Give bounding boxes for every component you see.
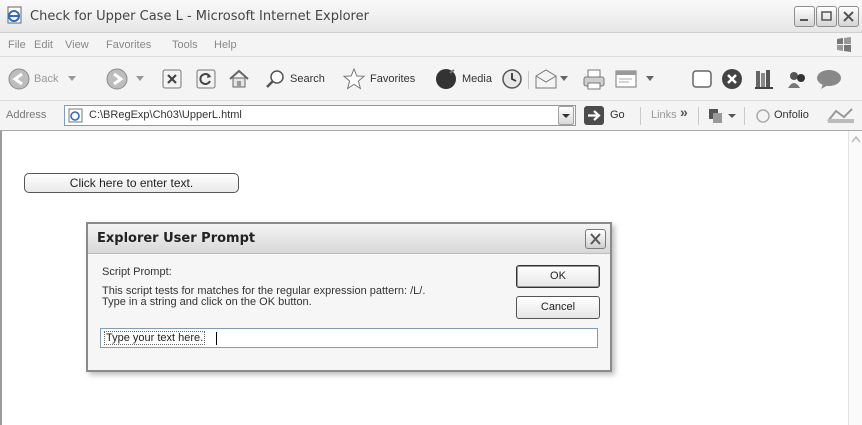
windows-logo-icon [837,37,851,52]
links-chevron-icon[interactable]: » [680,104,688,120]
address-dropdown-button[interactable] [558,106,574,125]
prompt-input-value: Type your text here. [104,331,206,345]
edit-page-icon [615,70,637,88]
onfolio-collect-icon[interactable] [826,107,856,125]
forward-dropdown-icon [136,76,144,81]
close-window-button[interactable] [838,6,859,27]
mail-dropdown-icon [560,76,568,81]
address-separator [698,107,699,125]
dialog-close-button[interactable] [585,229,606,249]
messenger-icon [788,72,805,88]
close-icon [843,11,854,22]
back-arrow-icon [8,68,30,90]
menu-bar: File Edit View Favorites Tools Help [0,33,862,57]
menu-view[interactable]: View [65,39,89,51]
address-url: C:\BRegExp\Ch03\UpperL.html [89,109,242,121]
home-button[interactable] [226,57,254,101]
media-button[interactable]: Media [432,57,500,101]
back-dropdown-icon [68,76,76,81]
address-bar: Address C:\BRegExp\Ch03\UpperL.html Go L… [0,101,862,131]
media-icon [436,69,456,89]
menu-favorites[interactable]: Favorites [106,39,151,51]
forward-button[interactable] [104,57,152,101]
maximize-button[interactable] [816,6,837,27]
text-caret [216,332,217,345]
links-label[interactable]: Links [651,109,677,121]
discuss-icon [692,70,712,88]
address-separator [640,107,641,125]
mail-icon [535,69,557,89]
toolbar-separator [528,71,529,89]
refresh-icon [196,69,216,89]
back-button[interactable]: Back [4,57,84,101]
onfolio-label[interactable]: Onfolio [774,109,809,121]
edit-dropdown-icon [646,76,654,81]
prompt-text-input[interactable]: Type your text here. [100,328,598,348]
title-bar: Check for Upper Case L - Microsoft Inter… [0,0,862,33]
menu-help[interactable]: Help [214,39,237,51]
dialog-title-bar: Explorer User Prompt [88,224,610,254]
ok-button[interactable]: OK [516,265,600,288]
refresh-button[interactable] [194,57,220,101]
edit-button[interactable] [612,57,668,101]
onfolio-icon [756,109,770,123]
go-button[interactable] [584,106,604,125]
chat-bubble-icon [817,70,841,89]
script-prompt-caption: Script Prompt: [102,266,172,278]
search-button[interactable]: Search [262,57,336,101]
close-icon [590,233,601,245]
menu-tools[interactable]: Tools [172,39,198,51]
address-label: Address [6,109,47,121]
minimize-icon [800,19,808,21]
menu-edit[interactable]: Edit [34,39,53,51]
favorites-star-icon [342,67,366,90]
print-icon [583,69,605,90]
media-label: Media [462,73,492,85]
history-clock-icon [502,69,522,89]
favorites-label: Favorites [370,73,416,85]
print-button[interactable] [580,57,608,101]
enter-text-button[interactable]: Click here to enter text. [24,173,239,193]
menu-file[interactable]: File [8,39,26,51]
search-icon [266,70,284,88]
research-books-icon [755,70,773,89]
favorites-button[interactable]: Favorites [340,57,426,101]
page-icon [68,108,83,123]
research-button[interactable] [752,57,778,101]
search-label: Search [290,73,325,85]
maximize-icon [821,11,832,21]
vertical-scrollbar[interactable] [848,131,862,425]
cancel-button[interactable]: Cancel [516,296,600,319]
window-title: Check for Upper Case L - Microsoft Inter… [30,9,369,24]
scroll-up-arrow-icon[interactable] [851,135,861,143]
chat-button[interactable] [814,57,844,101]
prompt-message-line: Type in a string and click on the OK but… [102,296,312,308]
dialog-title: Explorer User Prompt [97,231,256,246]
stop-icon [162,69,182,89]
go-arrow-icon [588,110,601,121]
go-label[interactable]: Go [610,109,625,121]
back-label: Back [34,73,59,85]
explorer-user-prompt-dialog: Explorer User Prompt Script Prompt: This… [86,222,612,372]
discuss-button[interactable] [690,57,714,101]
address-input[interactable]: C:\BRegExp\Ch03\UpperL.html [64,105,576,126]
mail-button[interactable] [532,57,574,101]
translate-button[interactable] [708,107,738,125]
block-icon [722,69,742,89]
chevron-down-icon [562,114,570,118]
address-separator [744,107,745,125]
stop-button[interactable] [160,57,186,101]
forward-arrow-icon [106,68,128,90]
home-icon [229,69,249,88]
block-button[interactable] [720,57,746,101]
minimize-button[interactable] [794,6,815,27]
messenger-button[interactable] [784,57,810,101]
prompt-message: This script tests for matches for the re… [102,286,425,308]
ie-page-icon [7,6,22,24]
history-button[interactable] [500,57,524,101]
standard-toolbar: Back Search Favorites Media [0,57,862,101]
